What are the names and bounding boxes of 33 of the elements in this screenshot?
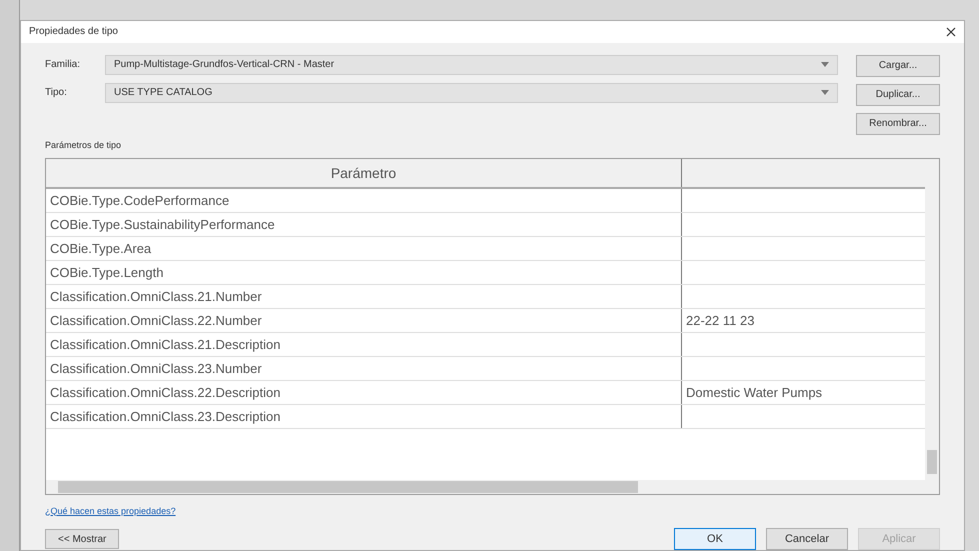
table-cell-text: 22-22 11 23 [685, 312, 756, 330]
dropdown-field[interactable]: Pump-Multistage-Grundfos-Vertical-CRN - Master [105, 54, 838, 75]
preview-button[interactable]: << Mostrar [45, 529, 120, 549]
dropdown-field[interactable]: USE TYPE CATALOG [105, 82, 838, 103]
table-cell: COBie.Type.Area [46, 237, 682, 260]
table-cell: Classification.OmniClass.22.Number [46, 309, 682, 332]
table-cell: Classification.OmniClass.23.Number [46, 357, 682, 380]
table-cell: Classification.OmniClass.23.Description [46, 405, 682, 428]
table-cell: Classification.OmniClass.21.Description [46, 333, 682, 356]
table-cell: COBie.Type.Length [46, 261, 682, 284]
help-link[interactable]: ¿Qué hacen estas propiedades? [45, 504, 940, 518]
vertical-scrollbar[interactable] [925, 159, 939, 494]
side-button[interactable]: Cargar... [856, 54, 940, 77]
field-label: Familia: [45, 58, 82, 72]
dialog-button[interactable]: OK [674, 528, 756, 550]
scroll-thumb[interactable] [927, 450, 937, 474]
horizontal-scrollbar[interactable] [46, 480, 925, 494]
field-label: Tipo: [45, 86, 68, 100]
section-label: Parámetros de tipo [44, 138, 122, 152]
caret-icon [821, 62, 829, 68]
side-button[interactable]: Renombrar... [856, 112, 940, 135]
table-cell: Classification.OmniClass.22.Description [46, 381, 682, 404]
table-cell: COBie.Type.SustainabilityPerformance [46, 213, 682, 236]
table-cell: Classification.OmniClass.21.Number [46, 285, 682, 308]
side-button[interactable]: Duplicar... [856, 84, 940, 106]
close-icon[interactable] [946, 26, 956, 37]
table-cell: COBie.Type.CodePerformance [46, 189, 682, 212]
caret-icon [821, 90, 829, 96]
column-header: Parámetro [46, 159, 682, 188]
dialog-button[interactable]: Cancelar [766, 528, 848, 550]
window-title: Propiedades de tipo [29, 25, 118, 40]
table-cell-text: Domestic Water Pumps [685, 384, 824, 402]
scroll-thumb[interactable] [58, 480, 638, 492]
